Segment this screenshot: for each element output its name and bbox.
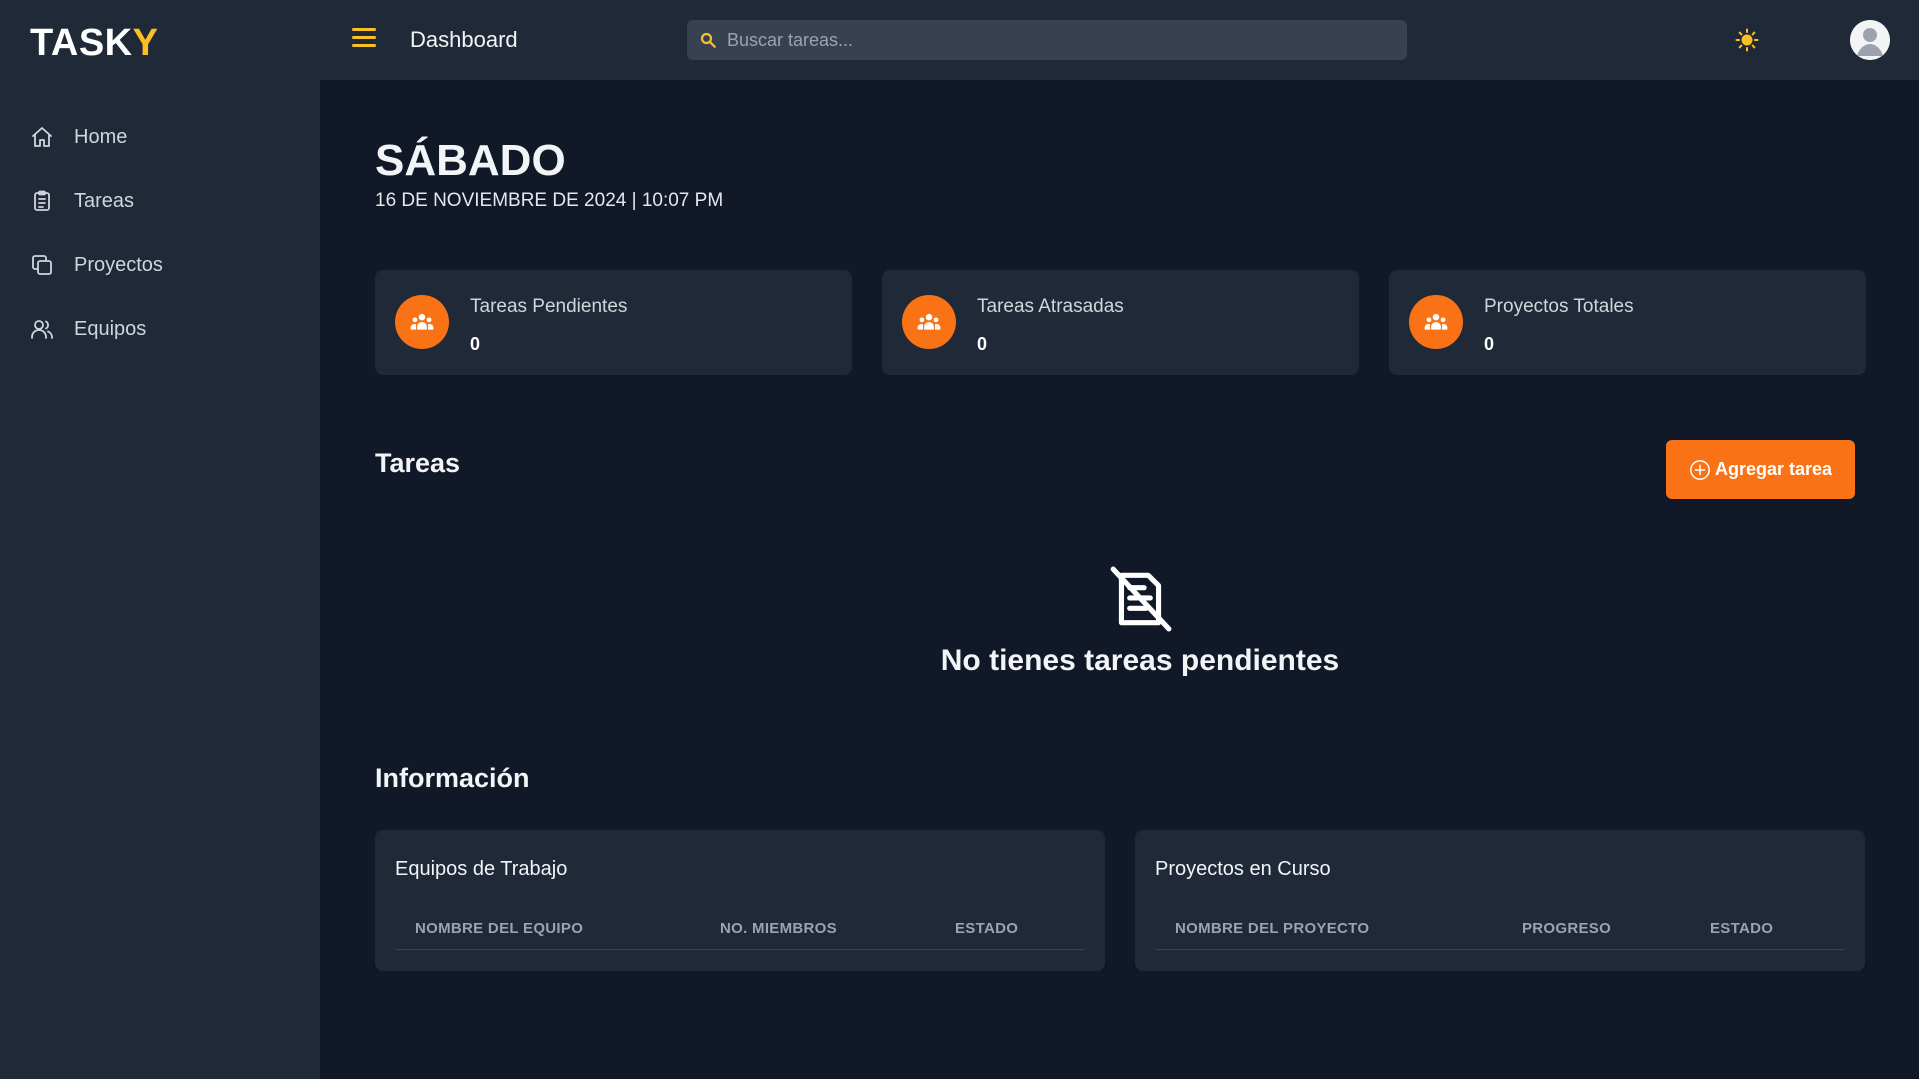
- column-header: NOMBRE DEL PROYECTO: [1155, 910, 1502, 950]
- no-notes-icon: [1110, 566, 1172, 632]
- search-bar[interactable]: [687, 20, 1407, 60]
- column-header: PROGRESO: [1502, 910, 1690, 950]
- user-avatar-icon[interactable]: [1850, 20, 1890, 60]
- date-time: 16 DE NOVIEMBRE DE 2024 | 10:07 PM: [375, 190, 724, 211]
- tasks-section-title: Tareas: [375, 448, 461, 478]
- stat-card-projects: Proyectos Totales 0: [1389, 270, 1866, 375]
- table-header-row: NOMBRE DEL EQUIPO NO. MIEMBROS ESTADO: [395, 910, 1085, 950]
- group-icon: [1409, 295, 1463, 349]
- sidebar-item-equipos[interactable]: Equipos: [0, 297, 320, 361]
- group-icon: [395, 295, 449, 349]
- page-title: Dashboard: [410, 27, 518, 52]
- stat-card-pending: Tareas Pendientes 0: [375, 270, 852, 375]
- main-content: SÁBADO 16 DE NOVIEMBRE DE 2024 | 10:07 P…: [320, 80, 1919, 1079]
- table-header-row: NOMBRE DEL PROYECTO PROGRESO ESTADO: [1155, 910, 1845, 950]
- logo-main: TASK: [30, 22, 133, 64]
- group-icon: [902, 295, 956, 349]
- column-header: ESTADO: [935, 910, 1085, 950]
- search-input[interactable]: [727, 29, 1387, 51]
- column-header: NOMBRE DEL EQUIPO: [395, 910, 700, 950]
- app-logo[interactable]: TASKY: [30, 22, 158, 65]
- stat-label: Tareas Atrasadas: [977, 296, 1124, 317]
- column-header: ESTADO: [1690, 910, 1845, 950]
- stat-label: Proyectos Totales: [1484, 296, 1634, 317]
- clipboard-icon: [34, 190, 50, 211]
- add-task-label: Agregar tarea: [1714, 459, 1833, 479]
- teams-card-title: Equipos de Trabajo: [395, 858, 568, 880]
- logo-accent: Y: [132, 22, 159, 64]
- sidebar-item-proyectos[interactable]: Proyectos: [0, 233, 320, 297]
- teams-table: NOMBRE DEL EQUIPO NO. MIEMBROS ESTADO: [395, 910, 1085, 950]
- sidebar-item-tareas[interactable]: Tareas: [0, 169, 320, 233]
- projects-card: Proyectos en Curso NOMBRE DEL PROYECTO P…: [1135, 830, 1865, 971]
- top-bar: Dashboard: [320, 0, 1919, 80]
- sidebar-item-label: Equipos: [74, 317, 147, 340]
- empty-state: No tienes tareas pendientes: [910, 565, 1370, 678]
- sidebar-item-label: Proyectos: [74, 253, 163, 276]
- empty-state-text: No tienes tareas pendientes: [940, 644, 1340, 677]
- plus-circle-icon: [1690, 459, 1710, 480]
- stat-value: 0: [1484, 334, 1495, 354]
- sun-icon[interactable]: [1735, 28, 1759, 52]
- projects-card-title: Proyectos en Curso: [1155, 858, 1331, 880]
- info-section-title: Información: [375, 763, 530, 793]
- copy-icon: [32, 255, 52, 275]
- sidebar-item-home[interactable]: Home: [0, 105, 320, 169]
- add-task-button[interactable]: Agregar tarea: [1666, 440, 1855, 499]
- stat-label: Tareas Pendientes: [470, 296, 628, 317]
- users-icon: [31, 320, 53, 339]
- stat-card-overdue: Tareas Atrasadas 0: [882, 270, 1359, 375]
- sidebar-item-label: Home: [74, 125, 128, 148]
- day-title: SÁBADO: [375, 136, 566, 185]
- column-header: NO. MIEMBROS: [700, 910, 935, 950]
- search-icon: [700, 32, 716, 48]
- stat-value: 0: [977, 334, 988, 354]
- projects-table: NOMBRE DEL PROYECTO PROGRESO ESTADO: [1155, 910, 1845, 950]
- sidebar-nav: Home Tareas Proyectos Equipos: [0, 105, 320, 361]
- teams-card: Equipos de Trabajo NOMBRE DEL EQUIPO NO.…: [375, 830, 1105, 971]
- sidebar: TASKY Home Tareas Proyectos Equipos: [0, 0, 320, 1079]
- home-icon: [32, 127, 52, 147]
- hamburger-icon[interactable]: [352, 28, 376, 50]
- sidebar-item-label: Tareas: [74, 189, 135, 212]
- stat-value: 0: [470, 334, 481, 354]
